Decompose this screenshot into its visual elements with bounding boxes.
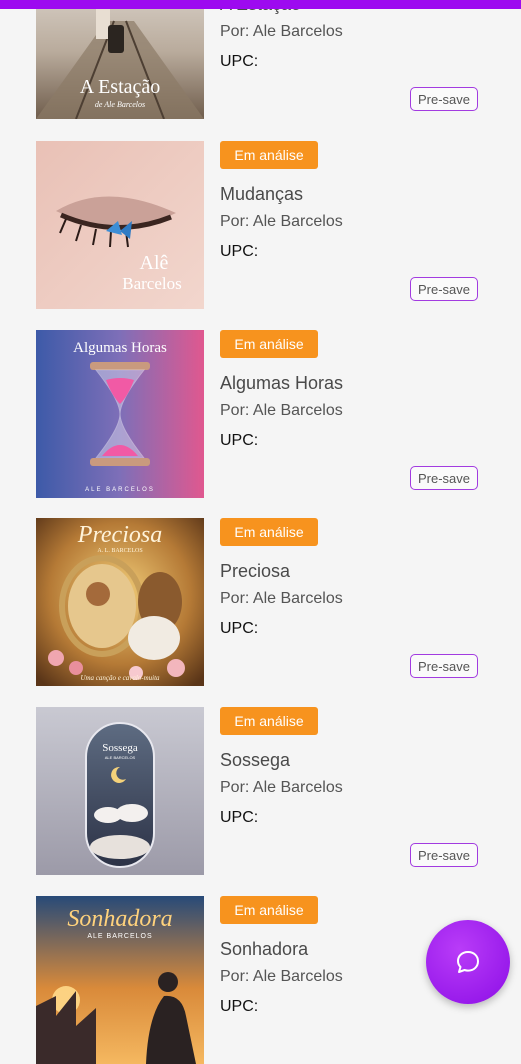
release-title: Algumas Horas bbox=[220, 373, 344, 393]
release-artist: Por: Ale Barcelos bbox=[220, 779, 343, 796]
release-card[interactable]: Preciosa A. L. BARCELOS Uma canção e cav… bbox=[0, 518, 521, 686]
status-badge: Em análise bbox=[220, 141, 318, 169]
status-badge: Em análise bbox=[220, 330, 318, 358]
release-artist: Por: Ale Barcelos bbox=[220, 213, 343, 230]
upc-label: UPC: bbox=[220, 53, 259, 70]
release-card[interactable]: Sossega ALE BARCELOS Em análise Sossega … bbox=[0, 707, 521, 875]
upc-label: UPC: bbox=[220, 432, 259, 449]
cover-title: Alê bbox=[140, 252, 169, 274]
cover-title: A Estação bbox=[80, 76, 161, 98]
presave-button[interactable]: Pre-save bbox=[410, 87, 478, 111]
presave-button[interactable]: Pre-save bbox=[410, 843, 478, 867]
top-accent-bar bbox=[0, 0, 521, 9]
status-badge: Em análise bbox=[220, 896, 318, 924]
presave-button[interactable]: Pre-save bbox=[410, 277, 478, 301]
release-card[interactable]: Algumas Horas ALE BARCELOS Em análise Al… bbox=[0, 330, 521, 498]
album-cover: Preciosa A. L. BARCELOS Uma canção e cav… bbox=[36, 518, 204, 686]
album-cover: Algumas Horas ALE BARCELOS bbox=[36, 330, 204, 498]
album-cover: Sossega ALE BARCELOS bbox=[36, 707, 204, 875]
release-artist: Por: Ale Barcelos bbox=[220, 402, 343, 419]
release-artist: Por: Ale Barcelos bbox=[220, 968, 343, 985]
release-title: Sonhadora bbox=[220, 939, 309, 959]
cover-subtitle: ALE BARCELOS bbox=[85, 487, 155, 493]
release-artist: Por: Ale Barcelos bbox=[220, 23, 343, 40]
upc-label: UPC: bbox=[220, 620, 259, 637]
presave-button[interactable]: Pre-save bbox=[410, 466, 478, 490]
cover-tagline: Uma canção e cavalo-muita bbox=[80, 674, 160, 682]
release-title: Preciosa bbox=[220, 561, 291, 581]
cover-subtitle: de Ale Barcelos bbox=[95, 100, 145, 109]
album-cover: Alê Barcelos bbox=[36, 141, 204, 309]
cover-subtitle: ALE BARCELOS bbox=[87, 933, 152, 940]
album-cover: A Estação de Ale Barcelos bbox=[36, 0, 204, 119]
cover-title: Preciosa bbox=[77, 522, 162, 548]
release-title: Sossega bbox=[220, 750, 291, 770]
release-artist: Por: Ale Barcelos bbox=[220, 590, 343, 607]
cover-subtitle: ALE BARCELOS bbox=[105, 755, 136, 760]
upc-label: UPC: bbox=[220, 809, 259, 826]
cover-title: Algumas Horas bbox=[73, 340, 167, 356]
release-card[interactable]: Alê Barcelos Em análise Mudanças Por: Al… bbox=[0, 141, 521, 309]
album-cover: Sonhadora ALE BARCELOS bbox=[36, 896, 204, 1064]
chat-button[interactable] bbox=[426, 920, 510, 1004]
upc-label: UPC: bbox=[220, 998, 259, 1015]
chat-bubble-icon bbox=[457, 951, 479, 973]
status-badge: Em análise bbox=[220, 707, 318, 735]
upc-label: UPC: bbox=[220, 243, 259, 260]
cover-subtitle: A. L. BARCELOS bbox=[97, 548, 142, 554]
release-card[interactable]: A Estação de Ale Barcelos A Estação Por:… bbox=[0, 0, 521, 119]
cover-title: Sossega bbox=[102, 742, 138, 754]
status-badge: Em análise bbox=[220, 518, 318, 546]
cover-subtitle: Barcelos bbox=[122, 274, 181, 293]
presave-button[interactable]: Pre-save bbox=[410, 654, 478, 678]
release-title: Mudanças bbox=[220, 184, 304, 204]
cover-title: Sonhadora bbox=[67, 906, 172, 932]
